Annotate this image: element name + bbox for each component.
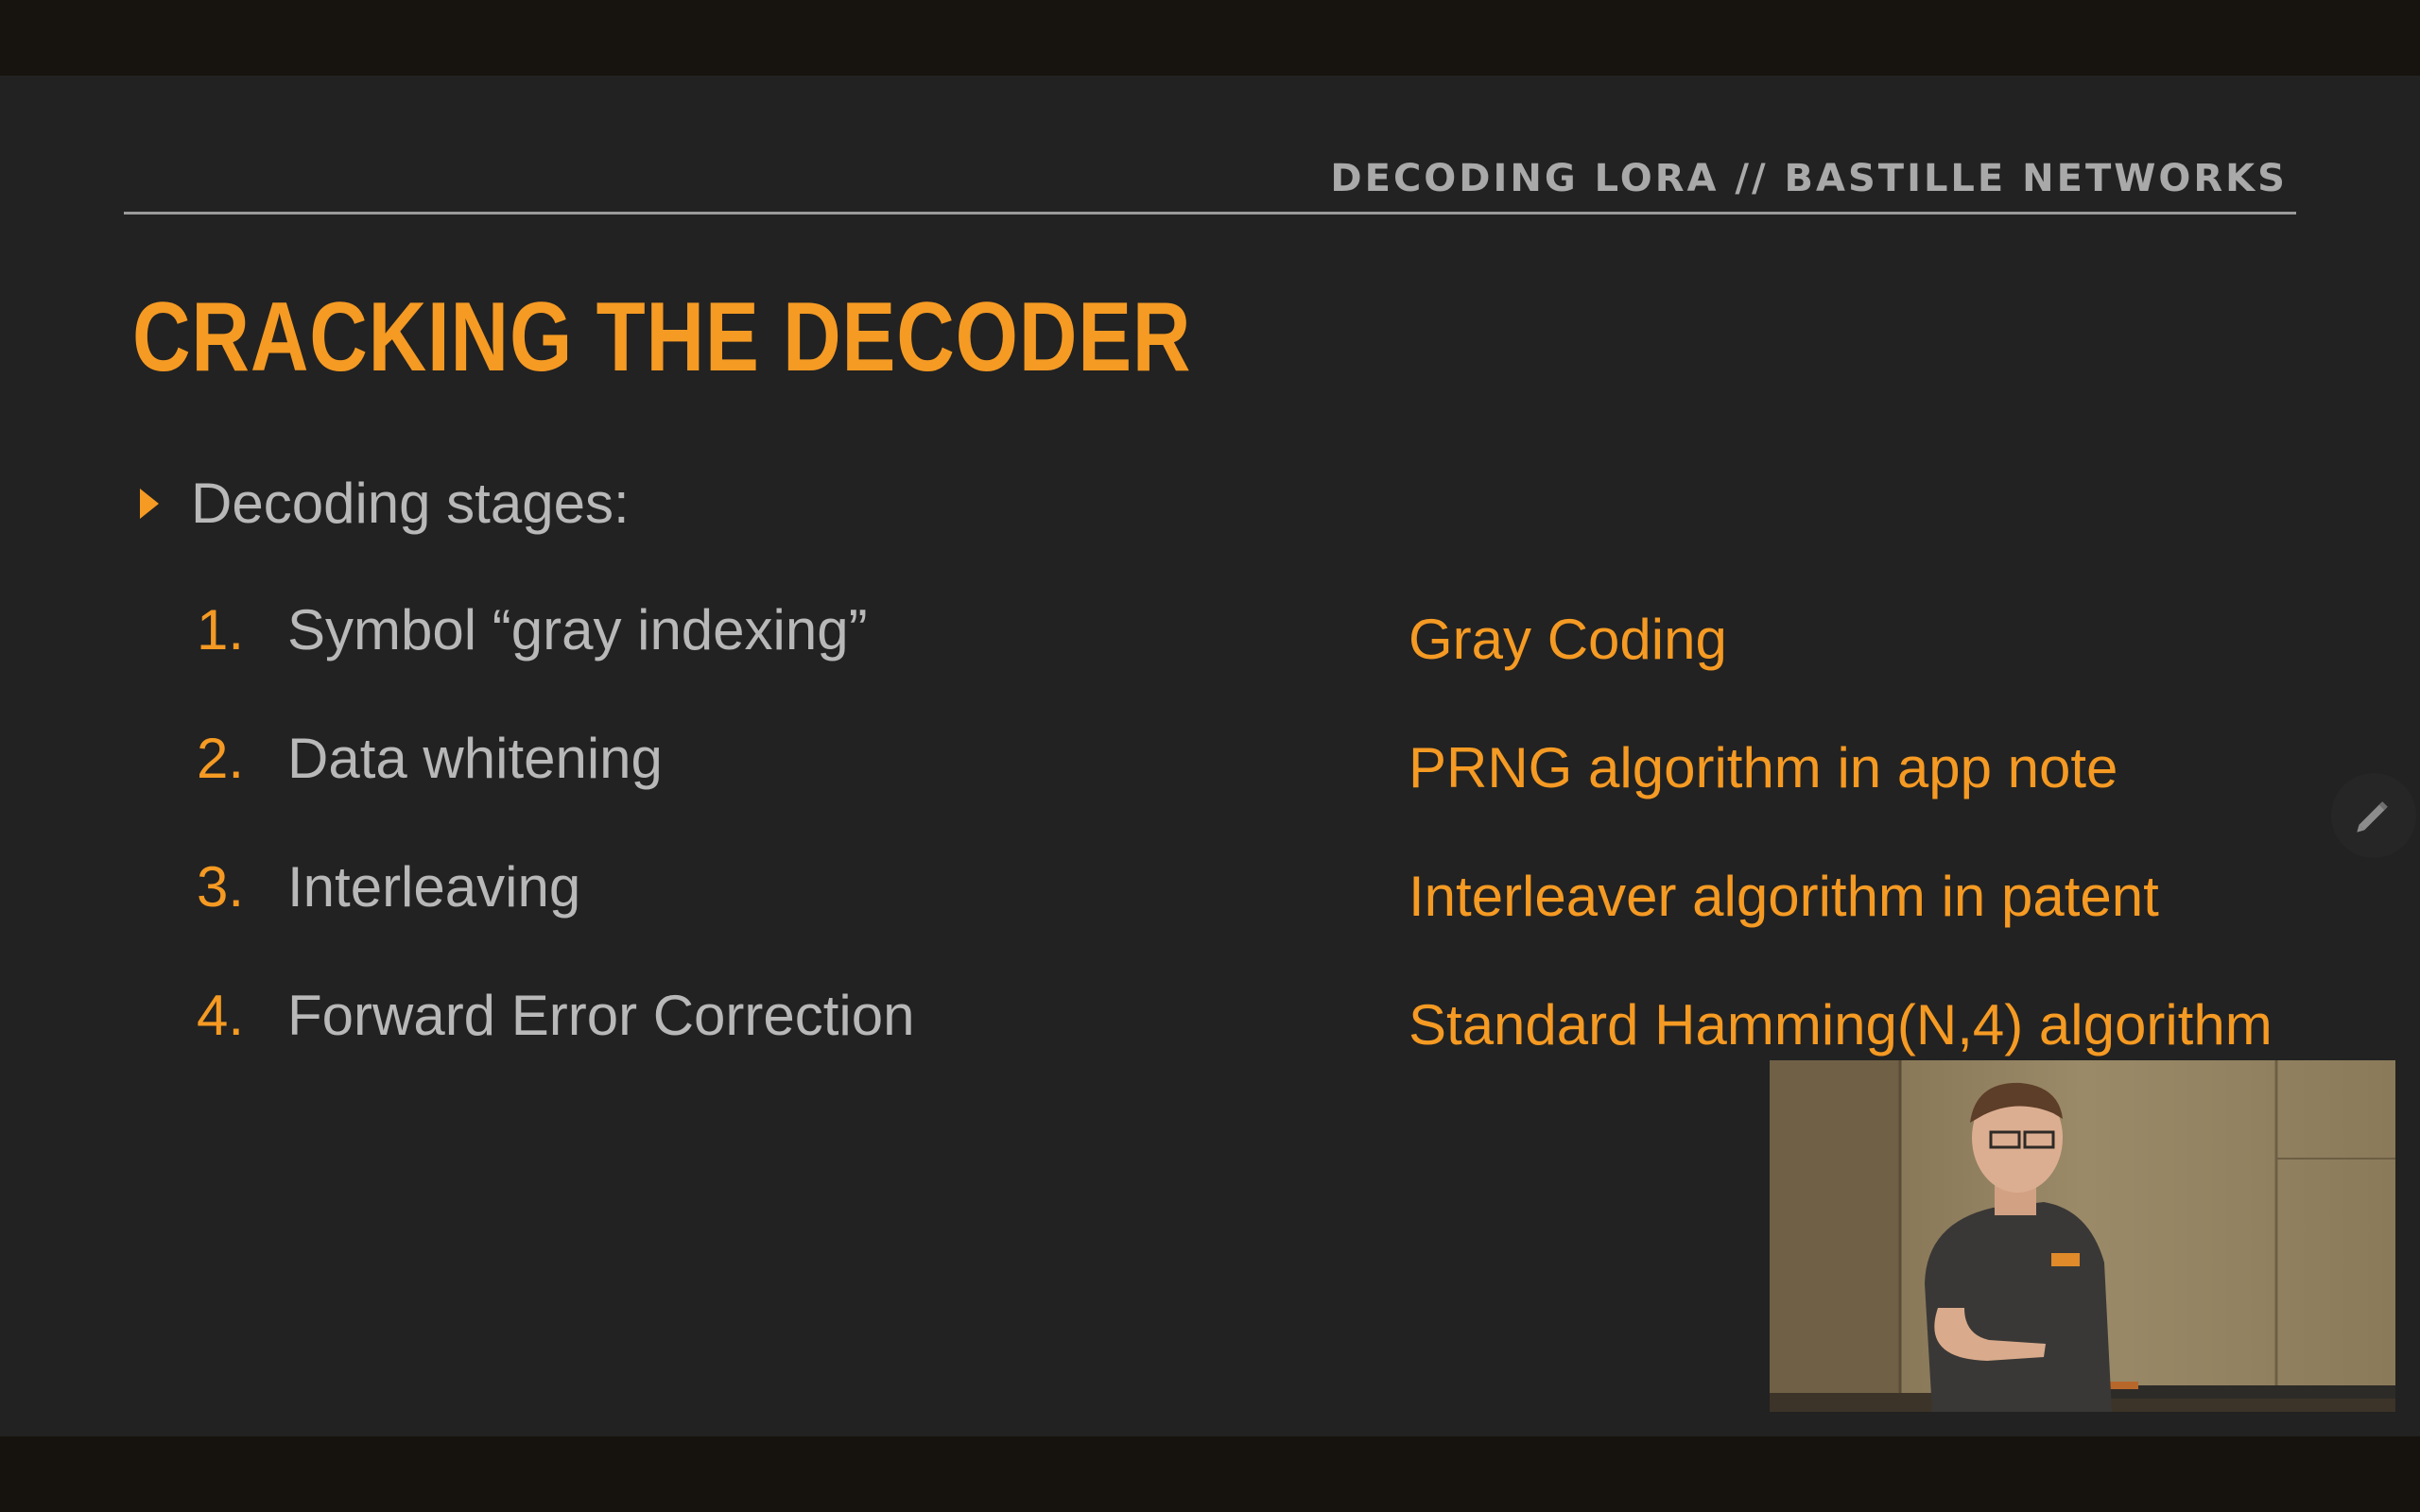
bullet-label: Decoding stages: [191, 472, 630, 535]
header-divider [124, 212, 2296, 215]
speaker-webcam-overlay [1770, 1060, 2395, 1412]
annotate-button[interactable] [2331, 773, 2416, 858]
stage-text: Data whitening [287, 727, 663, 790]
bullet-item: Decoding stages: [140, 471, 630, 536]
stage-note-2: PRNG algorithm in app note [1409, 736, 2118, 799]
triangle-right-icon [140, 488, 159, 519]
stage-text: Interleaving [287, 855, 581, 919]
slide-title: CRACKING THE DECODER [132, 283, 1192, 392]
stage-text: Forward Error Correction [287, 984, 915, 1047]
stage-number: 1. [197, 598, 245, 662]
stage-note-3: Interleaver algorithm in patent [1409, 865, 2159, 928]
letterbox-top [0, 0, 2420, 76]
stage-item-3: 3. Interleaving [197, 854, 580, 919]
video-frame: DECODING LORA // BASTILLE NETWORKS CRACK… [0, 0, 2420, 1512]
stage-number: 2. [197, 727, 245, 790]
pencil-icon [2357, 801, 2388, 833]
stage-text: Symbol “gray indexing” [287, 598, 868, 662]
stage-number: 3. [197, 855, 245, 919]
stage-number: 4. [197, 984, 245, 1047]
stage-item-1: 1. Symbol “gray indexing” [197, 597, 868, 662]
stage-item-2: 2. Data whitening [197, 726, 663, 791]
stage-note-4: Standard Hamming(N,4) algorithm [1409, 993, 2273, 1057]
letterbox-bottom [0, 1436, 2420, 1512]
stage-note-1: Gray Coding [1409, 608, 1727, 671]
stage-item-4: 4. Forward Error Correction [197, 983, 915, 1048]
speaker-video-image [1770, 1060, 2395, 1412]
slide-header: DECODING LORA // BASTILLE NETWORKS [1330, 157, 2288, 200]
